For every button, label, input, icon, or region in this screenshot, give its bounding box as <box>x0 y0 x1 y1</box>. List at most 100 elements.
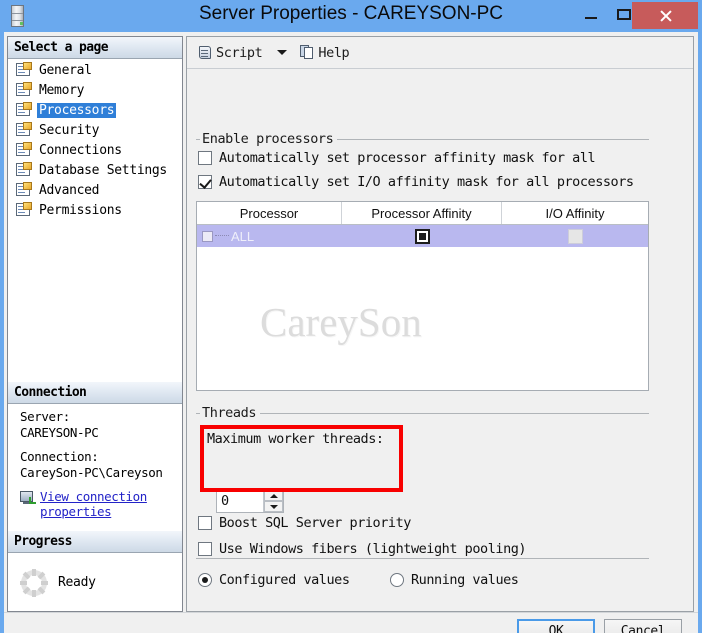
processor-affinity-checkbox[interactable] <box>414 228 430 244</box>
connection-header: Connection <box>8 382 182 404</box>
sidebar-item-label: Database Settings <box>39 162 167 178</box>
view-connection-properties-row[interactable]: View connection properties <box>20 489 182 519</box>
script-label: Script <box>216 44 263 61</box>
grid-header-row: Processor Processor Affinity I/O Affinit… <box>197 202 648 225</box>
running-values-radio[interactable] <box>390 573 404 587</box>
cancel-button[interactable]: Cancel <box>604 619 682 633</box>
max-worker-threads-input[interactable]: 0 <box>217 490 263 512</box>
triangle-up-icon[interactable] <box>264 490 283 501</box>
max-worker-threads-label-row: Maximum worker threads: <box>207 431 384 447</box>
grid-cell-processor-affinity[interactable] <box>342 225 502 247</box>
auto-io-affinity-row[interactable]: Automatically set I/O affinity mask for … <box>198 174 634 190</box>
page-icon <box>16 142 32 157</box>
sidebar-item-memory[interactable]: Memory <box>8 80 182 100</box>
tree-expander-checkbox[interactable] <box>202 230 213 242</box>
connection-info: Server: CAREYSON-PC Connection: CareySon… <box>8 405 182 531</box>
connection-value: CareySon-PC\Careyson <box>20 465 163 480</box>
max-worker-threads-label: Maximum worker threads: <box>207 431 384 447</box>
view-connection-properties-link[interactable]: View connection properties <box>40 489 172 519</box>
auto-processor-affinity-checkbox[interactable] <box>198 151 212 165</box>
sidebar-item-database-settings[interactable]: Database Settings <box>8 160 182 180</box>
sidebar-item-label: Security <box>39 122 100 138</box>
sidebar-item-security[interactable]: Security <box>8 120 182 140</box>
chevron-down-icon[interactable] <box>277 50 288 55</box>
threads-title: Threads <box>200 405 261 421</box>
sidebar-item-label: General <box>39 62 92 78</box>
help-label: Help <box>318 44 350 61</box>
triangle-down-icon[interactable] <box>264 501 283 512</box>
sidebar-item-connections[interactable]: Connections <box>8 140 182 160</box>
help-icon <box>300 45 315 60</box>
processors-page: Enable processors Automatically set proc… <box>187 69 693 611</box>
server-label: Server: <box>20 409 70 424</box>
grid-header-processor-affinity[interactable]: Processor Affinity <box>342 202 502 224</box>
sidebar: Select a page General Memory Processors … <box>7 36 183 612</box>
progress-header: Progress <box>8 531 182 553</box>
page-icon <box>16 162 32 177</box>
grid-header-io-affinity[interactable]: I/O Affinity <box>502 202 648 224</box>
sidebar-item-label: Connections <box>39 142 122 158</box>
table-row[interactable]: ALL <box>197 225 648 247</box>
connection-icon <box>20 491 37 506</box>
sidebar-item-label: Advanced <box>39 182 100 198</box>
sidebar-item-advanced[interactable]: Advanced <box>8 180 182 200</box>
running-values-row[interactable]: Running values <box>390 572 519 588</box>
client-area: Select a page General Memory Processors … <box>4 32 698 633</box>
server-icon <box>9 4 26 28</box>
tree-connector <box>215 235 229 237</box>
grid-cell-io-affinity[interactable] <box>502 225 648 247</box>
page-icon <box>16 102 32 117</box>
processor-name: ALL <box>231 228 255 244</box>
grid-cell-processor[interactable]: ALL <box>197 225 342 247</box>
boost-priority-label: Boost SQL Server priority <box>219 515 411 531</box>
configured-values-row[interactable]: Configured values <box>198 572 350 588</box>
sidebar-item-general[interactable]: General <box>8 60 182 80</box>
auto-io-affinity-checkbox[interactable] <box>198 175 212 189</box>
sidebar-item-processors[interactable]: Processors <box>8 100 182 120</box>
processor-grid[interactable]: Processor Processor Affinity I/O Affinit… <box>196 201 649 391</box>
watermark-text: CareySon <box>260 299 422 345</box>
spinner-icon <box>20 568 48 597</box>
sidebar-item-label: Permissions <box>39 202 122 218</box>
configured-values-label: Configured values <box>219 572 350 588</box>
io-affinity-checkbox <box>567 228 583 244</box>
page-icon <box>16 122 32 137</box>
page-icon <box>16 202 32 217</box>
stepper-buttons[interactable] <box>263 490 283 512</box>
enable-processors-title: Enable processors <box>200 131 338 147</box>
sidebar-item-label: Processors <box>37 102 117 118</box>
close-button[interactable] <box>632 2 698 29</box>
title-bar: Server Properties - CAREYSON-PC <box>0 0 702 32</box>
page-icon <box>16 62 32 77</box>
minimize-button[interactable] <box>574 0 607 29</box>
progress-status: Ready <box>58 575 96 590</box>
grid-header-processor[interactable]: Processor <box>197 202 342 224</box>
select-page-header: Select a page <box>8 37 182 59</box>
use-fibers-checkbox[interactable] <box>198 542 212 556</box>
auto-processor-affinity-row[interactable]: Automatically set processor affinity mas… <box>198 150 596 166</box>
progress-info: Ready <box>8 554 182 611</box>
toolbar: Script Help <box>187 37 693 69</box>
help-button[interactable]: Help <box>297 41 352 65</box>
script-icon <box>198 45 213 60</box>
boost-priority-checkbox[interactable] <box>198 516 212 530</box>
sidebar-item-permissions[interactable]: Permissions <box>8 200 182 220</box>
content-panel: Script Help Enable processors Automatica… <box>186 36 694 612</box>
sidebar-item-label: Memory <box>39 82 85 98</box>
configured-values-radio[interactable] <box>198 573 212 587</box>
server-properties-window: Server Properties - CAREYSON-PC Select a… <box>0 0 702 633</box>
boost-priority-row[interactable]: Boost SQL Server priority <box>198 515 411 531</box>
max-worker-threads-stepper[interactable]: 0 <box>216 489 284 513</box>
ok-button[interactable]: OK <box>517 619 595 633</box>
server-value: CAREYSON-PC <box>20 425 99 440</box>
dialog-footer: OK Cancel <box>4 612 698 633</box>
auto-processor-affinity-label: Automatically set processor affinity mas… <box>219 150 596 166</box>
connection-label: Connection: <box>20 449 99 464</box>
use-fibers-row[interactable]: Use Windows fibers (lightweight pooling) <box>198 541 527 557</box>
values-divider <box>196 558 649 559</box>
page-icon <box>16 82 32 97</box>
script-button[interactable]: Script <box>195 41 265 65</box>
auto-io-affinity-label: Automatically set I/O affinity mask for … <box>219 174 634 190</box>
page-list: General Memory Processors Security Conne… <box>8 60 182 382</box>
page-icon <box>16 182 32 197</box>
